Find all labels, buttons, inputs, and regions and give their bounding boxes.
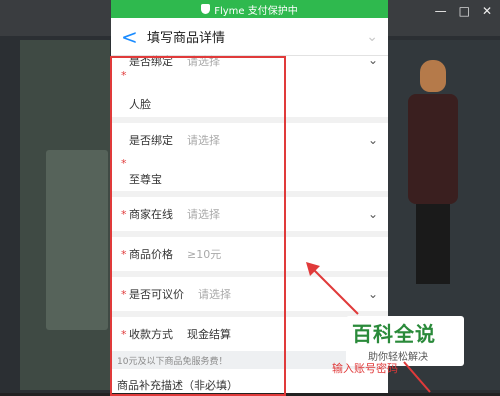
annotation-text: 输入账号密码 xyxy=(332,362,398,375)
window-controls: — □ ✕ xyxy=(435,4,492,18)
character-body xyxy=(408,94,458,204)
character-legs xyxy=(416,204,450,284)
field-label: 商家在线 xyxy=(129,208,173,221)
required-mark: * xyxy=(121,327,127,341)
required-mark: * xyxy=(121,69,127,82)
close-icon[interactable]: ✕ xyxy=(482,4,492,18)
watermark-logo: 百科全说 助你轻松解决 xyxy=(346,316,464,366)
field-placeholder: 请选择 xyxy=(198,288,231,301)
shield-icon xyxy=(201,4,211,14)
game-character-figure xyxy=(400,60,466,284)
chevron-down-icon[interactable]: ⌄ xyxy=(366,29,378,45)
field-value: 人脸 xyxy=(129,98,151,111)
required-mark: * xyxy=(121,287,127,301)
annotation-arrow-icon xyxy=(403,361,431,393)
form-row-binding-face[interactable]: 是否绑定 请选择 ⌄ * 人脸 xyxy=(111,53,388,123)
required-mark: * xyxy=(121,157,127,170)
chevron-down-icon[interactable]: ⌄ xyxy=(368,53,378,67)
field-label: 商品价格 xyxy=(129,248,173,261)
required-mark: * xyxy=(121,247,127,261)
payment-protection-status: Flyme 支付保护中 xyxy=(111,0,388,18)
chevron-down-icon[interactable]: ⌄ xyxy=(368,133,378,147)
field-placeholder: 请选择 xyxy=(187,134,220,147)
field-value: 现金结算 xyxy=(187,328,231,341)
chevron-down-icon[interactable]: ⌄ xyxy=(368,207,378,221)
page-title: 填写商品详情 xyxy=(147,31,226,46)
required-mark: * xyxy=(121,207,127,221)
status-text: Flyme 支付保护中 xyxy=(214,5,298,17)
watermark-title: 百科全说 xyxy=(352,322,436,346)
header-bar: < 填写商品详情 ⌄ xyxy=(111,18,388,56)
annotation-arrow-icon xyxy=(306,262,359,315)
back-button[interactable]: < xyxy=(121,25,139,49)
form-row-binding-supreme[interactable]: 是否绑定 请选择 ⌄ * 至尊宝 xyxy=(111,123,388,197)
minimize-icon[interactable]: — xyxy=(435,4,447,18)
character-head xyxy=(420,60,446,92)
field-label: 是否可议价 xyxy=(129,288,184,301)
field-label: 是否绑定 xyxy=(129,55,173,68)
maximize-icon[interactable]: □ xyxy=(459,4,470,18)
field-placeholder: 请选择 xyxy=(187,208,220,221)
price-input[interactable]: ≥10元 xyxy=(187,246,221,262)
field-placeholder: 请选择 xyxy=(187,55,220,68)
form-row-merchant-online[interactable]: * 商家在线 请选择 ⌄ xyxy=(111,197,388,237)
chevron-down-icon[interactable]: ⌄ xyxy=(368,287,378,301)
field-label: 是否绑定 xyxy=(129,134,173,147)
field-label: 收款方式 xyxy=(129,328,173,341)
background-card xyxy=(46,150,108,330)
field-value: 至尊宝 xyxy=(129,173,162,186)
